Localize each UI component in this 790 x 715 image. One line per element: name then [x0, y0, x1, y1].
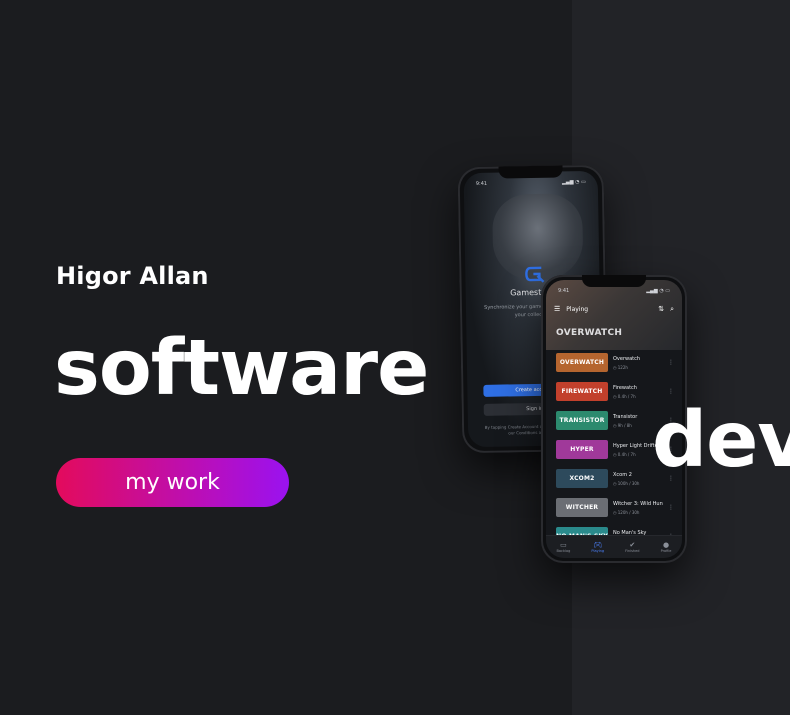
tab-profile[interactable]: ● Profile — [661, 541, 672, 553]
status-bar: 9:41 ▂▄▆ ◔ ▭ — [558, 288, 670, 294]
tab-bar: ▭ Backlog 🎮︎ Playing ✔ Finished ● Profil… — [546, 535, 682, 558]
my-work-button[interactable]: my work — [56, 458, 289, 507]
game-thumbnail: XCOM2 — [556, 469, 608, 488]
phone-notch — [582, 275, 646, 287]
game-playtime: ◷ 120h / 30h — [613, 509, 640, 515]
profile-icon: ● — [662, 541, 670, 549]
tab-label: Finished — [625, 549, 640, 553]
side-headline: dev — [652, 396, 790, 485]
game-meta: Overwatch ◷ 122h — [613, 356, 663, 370]
author-name: Higor Allan — [56, 262, 209, 290]
more-options-icon[interactable]: ⋮ — [668, 359, 674, 366]
more-options-icon[interactable]: ⋮ — [668, 504, 674, 511]
search-icon[interactable]: ⌕ — [670, 305, 674, 314]
gamepad-icon: 🎮︎ — [593, 541, 603, 549]
game-thumbnail: OVERWATCH — [556, 353, 608, 372]
tab-finished[interactable]: ✔ Finished — [625, 541, 639, 553]
game-row[interactable]: WITCHER Witcher 3: Wild Hunt ◷ 120h / 30h ⋮ — [546, 493, 682, 522]
tab-playing[interactable]: 🎮︎ Playing — [591, 541, 604, 553]
game-name: Firewatch — [613, 384, 637, 391]
check-circle-icon: ✔ — [629, 541, 636, 549]
playtime-value: 0.4h / 7h — [617, 393, 636, 399]
game-row[interactable]: OVERWATCH Overwatch ◷ 122h ⋮ — [546, 348, 682, 377]
gamestack-logo-icon — [525, 266, 545, 283]
game-name: Witcher 3: Wild Hunt — [613, 500, 663, 507]
game-thumbnail: WITCHER — [556, 498, 608, 517]
playtime-value: 9h / 8h — [617, 422, 632, 428]
playtime-value: 120h / 30h — [617, 509, 640, 515]
game-meta: Witcher 3: Wild Hunt ◷ 120h / 30h — [613, 501, 663, 515]
more-options-icon[interactable]: ⋮ — [668, 388, 674, 395]
game-playtime: ◷ 122h — [613, 364, 628, 370]
playtime-value: 122h — [617, 364, 628, 370]
tab-label: Playing — [591, 549, 605, 553]
inbox-icon: ▭ — [560, 541, 567, 549]
game-thumbnail: HYPER — [556, 440, 608, 459]
tab-backlog[interactable]: ▭ Backlog — [557, 541, 571, 553]
banner-game-title: OVERWATCH — [556, 328, 623, 338]
tab-label: Profile — [660, 549, 672, 553]
status-icons: ▂▄▆ ◔ ▭ — [561, 179, 586, 186]
tab-label: Backlog — [556, 549, 571, 553]
status-time: 9:41 — [475, 180, 488, 187]
game-thumbnail: TRANSISTOR — [556, 411, 608, 430]
menu-icon[interactable]: ☰ — [554, 305, 560, 313]
hero-headline: software — [54, 324, 429, 413]
playtime-value: 0.4h / 7h — [617, 451, 636, 457]
game-name: Overwatch — [613, 355, 641, 362]
status-time: 9:41 — [558, 288, 570, 294]
status-bar: 9:41 ▂▄▆ ◔ ▭ — [476, 179, 586, 187]
app-topbar: ☰ Playing ⇅ ⌕ — [554, 303, 674, 315]
sort-icon[interactable]: ⇅ — [658, 305, 664, 313]
game-thumbnail: FIREWATCH — [556, 382, 608, 401]
playtime-value: 100h / 30h — [617, 480, 640, 486]
status-icons: ▂▄▆ ◔ ▭ — [646, 288, 670, 294]
phone-notch — [498, 165, 563, 179]
screen-title: Playing — [566, 305, 589, 313]
